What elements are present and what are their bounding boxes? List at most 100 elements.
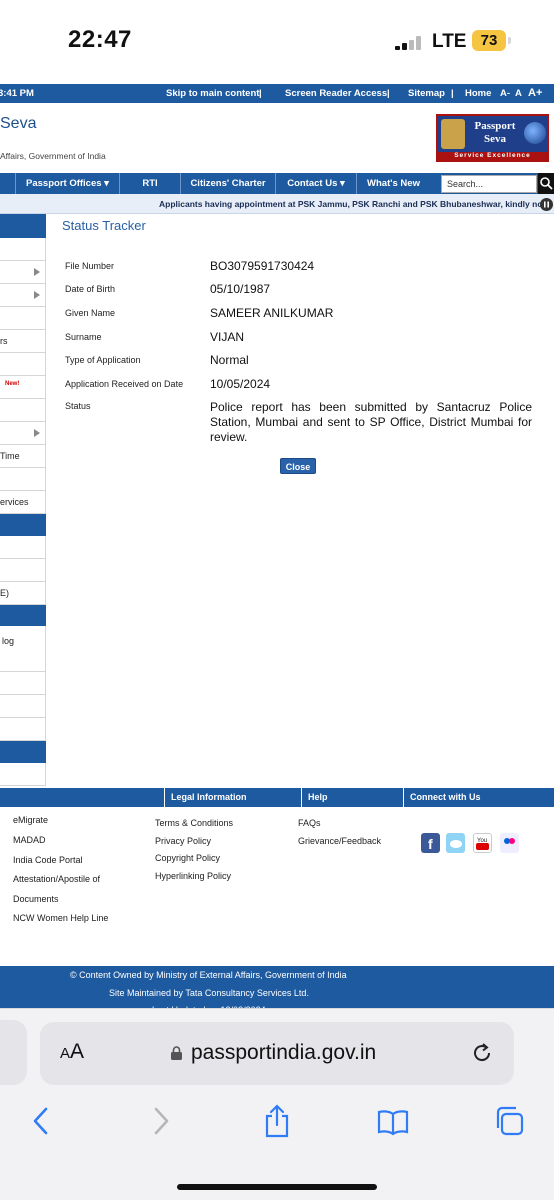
footer-link-privacy[interactable]: Privacy Policy [155, 836, 211, 846]
surname-value: VIJAN [210, 330, 245, 344]
sidebar-item[interactable] [0, 238, 46, 261]
font-increase-button[interactable]: A+ [528, 87, 542, 99]
close-button[interactable]: Close [280, 458, 316, 474]
sidebar-item[interactable] [0, 695, 46, 718]
url-text[interactable]: passportindia.gov.in [191, 1041, 376, 1065]
globe-icon [524, 122, 546, 144]
footer-link-ncw[interactable]: NCW Women Help Line [13, 913, 108, 923]
font-decrease-button[interactable]: A- [500, 88, 510, 99]
facebook-icon[interactable]: f [421, 833, 440, 853]
footer-header-bar: Legal Information Help Connect with Us [0, 788, 554, 807]
sidebar-item-log[interactable]: log [0, 626, 46, 672]
sidebar-item[interactable] [0, 559, 46, 582]
sidebar-item[interactable] [0, 284, 46, 307]
sidebar-item[interactable] [0, 399, 46, 422]
nav-whats-new[interactable]: What's New [357, 173, 430, 194]
footer-heading-help: Help [301, 788, 403, 807]
footer-link-attestation[interactable]: Attestation/Apostile of [13, 874, 100, 884]
sidebar-header [0, 214, 46, 238]
file-number-value: BO3079591730424 [210, 259, 315, 273]
file-number-label: File Number [65, 261, 115, 271]
search-input[interactable]: Search... [441, 175, 537, 193]
given-name-label: Given Name [65, 308, 116, 318]
sidebar-item-new[interactable]: New! [0, 376, 46, 399]
dob-value: 05/10/1987 [210, 282, 271, 296]
chevron-right-icon [34, 268, 40, 276]
home-link[interactable]: Home [465, 88, 491, 99]
footer-link-emigrate[interactable]: eMigrate [13, 815, 48, 825]
sidebar-item[interactable] [0, 536, 46, 559]
given-name-value: SAMEER ANILKUMAR [210, 306, 334, 320]
logo-text: Passport Seva [474, 120, 516, 145]
bookmarks-icon[interactable] [377, 1104, 409, 1138]
site-maintained-text: Site Maintained by Tata Consultancy Serv… [109, 988, 309, 998]
sidebar-item-services[interactable]: ervices [0, 491, 46, 514]
svg-text:f: f [428, 836, 433, 852]
sidebar-item-time[interactable]: Time [0, 445, 46, 468]
footer-link-copyright[interactable]: Copyright Policy [155, 853, 220, 863]
sidebar-item[interactable] [0, 307, 46, 330]
previous-tab-preview[interactable] [0, 1020, 27, 1085]
application-type-value: Normal [210, 353, 249, 367]
battery-icon: 73 [472, 30, 506, 51]
footer-link-madad[interactable]: MADAD [13, 835, 46, 845]
footer-link-india-code[interactable]: India Code Portal [13, 855, 83, 865]
skip-to-content-link[interactable]: Skip to main content [166, 88, 259, 99]
national-emblem-icon [441, 119, 465, 149]
site-subtitle: Affairs, Government of India [0, 151, 106, 161]
sidebar-item-e[interactable]: E) [0, 582, 46, 605]
nav-citizens-charter[interactable]: Citizens' Charter [181, 173, 276, 194]
status-value: Police report has been submitted by Sant… [210, 400, 532, 444]
twitter-icon[interactable] [446, 833, 465, 853]
back-icon[interactable] [26, 1104, 58, 1138]
page-title: Status Tracker [62, 218, 146, 233]
separator: | [451, 88, 454, 99]
font-normal-button[interactable]: A [515, 88, 522, 99]
sidebar-section-header [0, 741, 46, 763]
pause-icon[interactable] [540, 198, 553, 211]
status-time: 22:47 [68, 26, 132, 53]
reload-icon[interactable] [470, 1041, 494, 1065]
footer-link-terms[interactable]: Terms & Conditions [155, 818, 233, 828]
sidebar-item[interactable] [0, 468, 46, 491]
forward-icon[interactable] [144, 1104, 176, 1138]
top-utility-bar: 3:41 PM Skip to main content | Screen Re… [0, 84, 554, 103]
sidebar-item[interactable] [0, 353, 46, 376]
sidebar-item-others[interactable]: rs [0, 330, 46, 353]
share-icon[interactable] [261, 1104, 293, 1138]
nav-rti[interactable]: RTI [120, 173, 181, 194]
sidebar-section-header [0, 514, 46, 536]
sidebar-item[interactable] [0, 261, 46, 284]
site-title: Seva [0, 115, 37, 132]
sidebar-section-header [0, 605, 46, 626]
logo-tagline: Service Excellence [438, 152, 547, 160]
ticker-text: Applicants having appointment at PSK Jam… [159, 199, 543, 209]
sidebar-item[interactable] [0, 672, 46, 695]
sidebar-item[interactable] [0, 422, 46, 445]
footer-link-hyperlinking[interactable]: Hyperlinking Policy [155, 871, 231, 881]
sidebar-item[interactable] [0, 763, 46, 786]
footer-link-grievance[interactable]: Grievance/Feedback [298, 836, 381, 846]
nav-passport-offices[interactable]: Passport Offices ▾ [16, 173, 120, 194]
flickr-icon[interactable] [500, 833, 519, 853]
footer-link-attestation-cont[interactable]: Documents [13, 894, 59, 904]
signal-icon [395, 36, 427, 50]
chevron-right-icon [34, 291, 40, 299]
footer-copyright-band: © Content Owned by Ministry of External … [0, 966, 554, 1015]
new-badge: New! [5, 381, 20, 387]
screen-reader-link[interactable]: Screen Reader Access [285, 88, 387, 99]
surname-label: Surname [65, 332, 102, 342]
nav-item-prev[interactable] [0, 173, 16, 194]
content-owned-text: © Content Owned by Ministry of External … [70, 970, 347, 980]
passport-seva-logo[interactable]: Passport Seva Service Excellence [436, 114, 549, 162]
tabs-icon[interactable] [494, 1104, 526, 1138]
sitemap-link[interactable]: Sitemap [408, 88, 445, 99]
sidebar-item[interactable] [0, 718, 46, 741]
received-date-label: Application Received on Date [65, 379, 184, 389]
search-button[interactable] [538, 173, 554, 194]
nav-contact-us[interactable]: Contact Us ▾ [276, 173, 357, 194]
page-settings-button[interactable]: AA [60, 1040, 84, 1064]
footer-link-faqs[interactable]: FAQs [298, 818, 321, 828]
youtube-icon[interactable]: You [473, 833, 492, 853]
main-nav: Passport Offices ▾ RTI Citizens' Charter… [0, 173, 554, 194]
